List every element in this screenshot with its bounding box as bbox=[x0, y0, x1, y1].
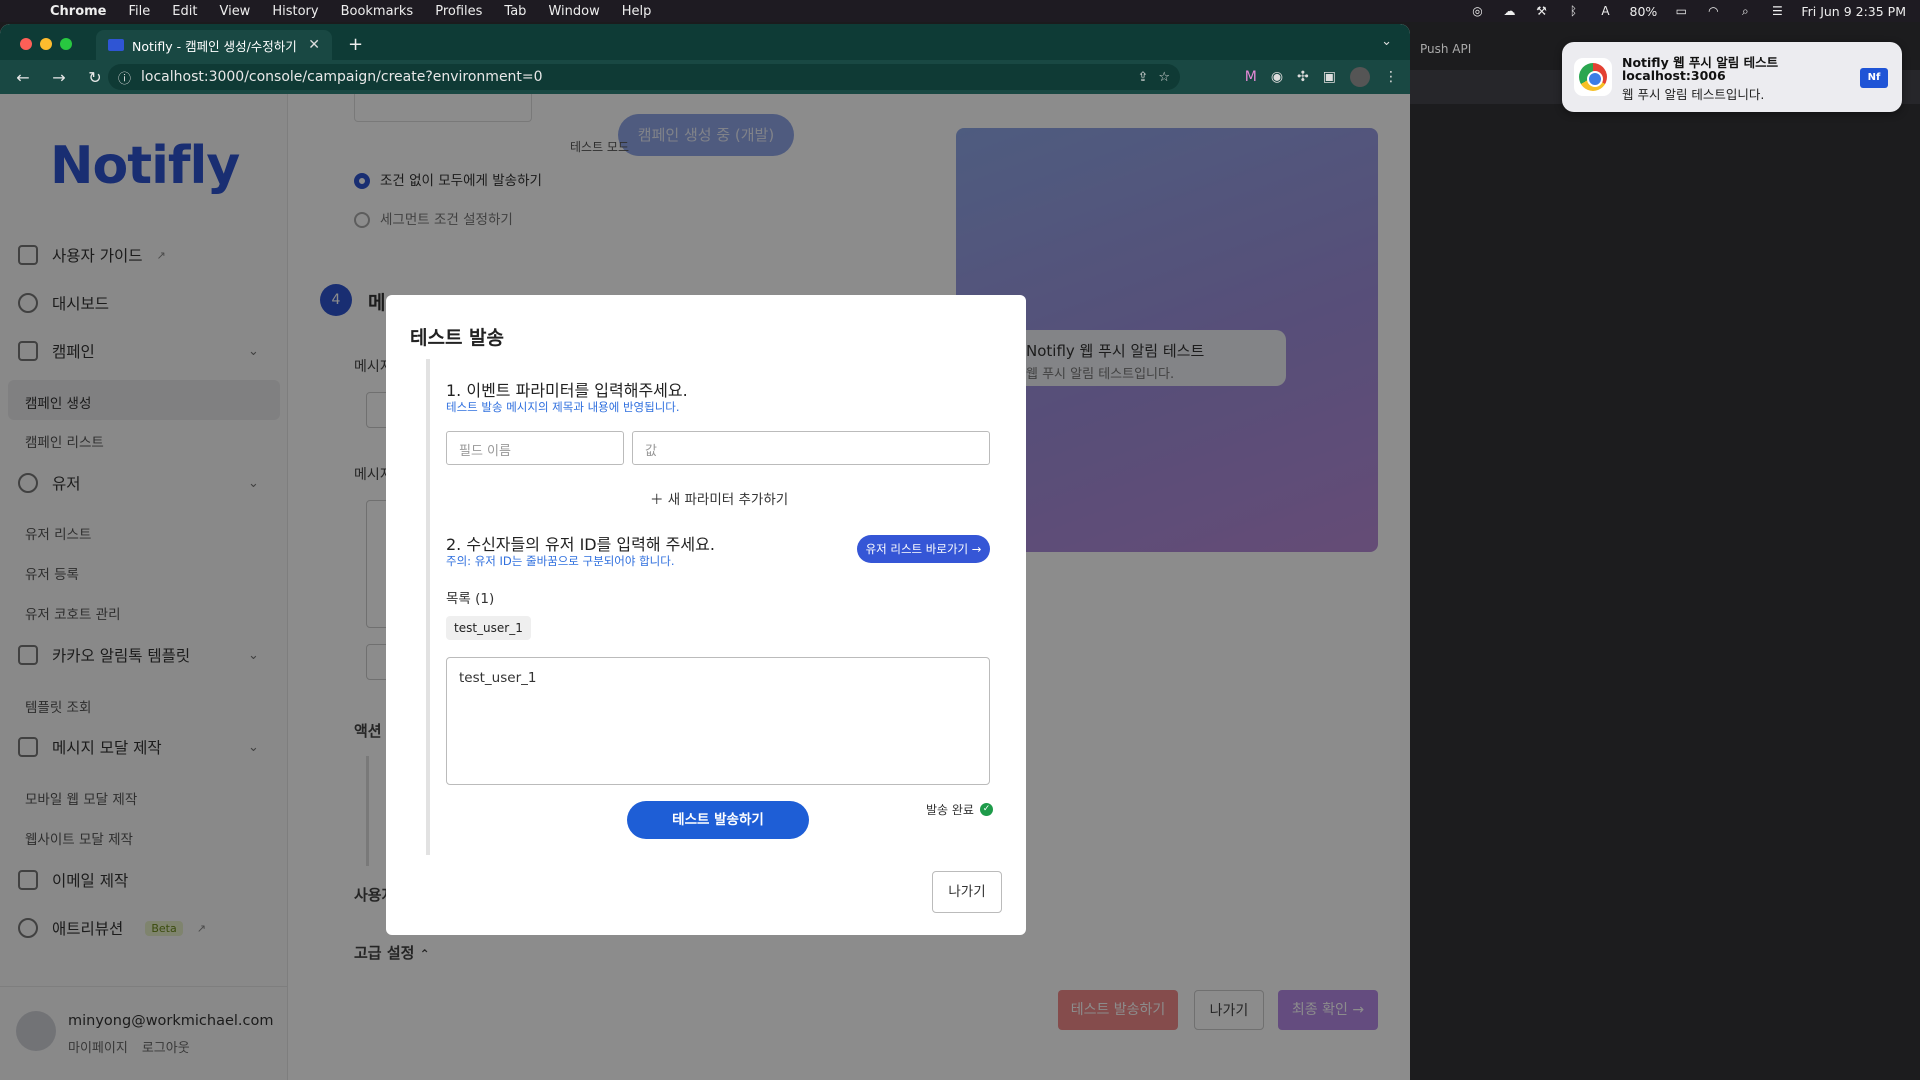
menu-help[interactable]: Help bbox=[622, 4, 652, 19]
system-notification[interactable]: Notifly 웹 푸시 알림 테스트 localhost:3006 웹 푸시 … bbox=[1562, 42, 1902, 112]
bluetooth-icon[interactable]: ᛒ bbox=[1566, 4, 1582, 18]
extension-m-icon[interactable]: M bbox=[1245, 69, 1257, 85]
site-info-icon[interactable]: ⓘ bbox=[118, 68, 131, 87]
tab-notifly[interactable]: Notifly - 캠페인 생성/수정하기 ✕ bbox=[96, 30, 332, 60]
address-bar[interactable]: ⓘ localhost:3000/console/campaign/create… bbox=[108, 64, 1180, 90]
chrome-menu-icon[interactable]: ⋮ bbox=[1384, 69, 1398, 85]
add-parameter-button[interactable]: ＋ 새 파라미터 추가하기 bbox=[650, 488, 788, 508]
toolbar: ← → ↻ ⓘ localhost:3000/console/campaign/… bbox=[0, 60, 1410, 94]
send-status-label: 발송 완료 bbox=[926, 803, 974, 817]
send-status: 발송 완료 ✓ bbox=[926, 801, 993, 818]
notifly-badge-icon: Nf bbox=[1860, 68, 1888, 88]
tab-strip: Notifly - 캠페인 생성/수정하기 ✕ + ⌄ bbox=[0, 24, 1410, 60]
menu-window[interactable]: Window bbox=[548, 4, 599, 19]
bookmark-star-icon[interactable]: ☆ bbox=[1158, 70, 1170, 85]
extensions-area: M ◉ ✣ ▣ ⋮ bbox=[1245, 67, 1398, 87]
profile-avatar[interactable] bbox=[1350, 67, 1370, 87]
onepassword-icon[interactable]: ◎ bbox=[1470, 4, 1486, 18]
test-send-modal: 테스트 발송 1. 이벤트 파라미터를 입력해주세요. 테스트 발송 메시지의 … bbox=[386, 295, 1026, 935]
step2-title: 2. 수신자들의 유저 ID를 입력해 주세요. bbox=[446, 535, 715, 554]
chrome-window: Notifly - 캠페인 생성/수정하기 ✕ + ⌄ ← → ↻ ⓘ loca… bbox=[0, 24, 1410, 1080]
close-window-button[interactable] bbox=[20, 38, 32, 50]
extensions-puzzle-icon[interactable]: ✣ bbox=[1297, 69, 1309, 85]
field-value-input[interactable]: 값 bbox=[632, 431, 990, 465]
back-icon[interactable]: ← bbox=[14, 68, 32, 87]
step1-subtitle: 테스트 발송 메시지의 제목과 내용에 반영됩니다. bbox=[446, 400, 680, 414]
step2-subtitle: 주의: 유저 ID는 줄바꿈으로 구분되어야 합니다. bbox=[446, 554, 675, 568]
menu-profiles[interactable]: Profiles bbox=[435, 4, 482, 19]
reload-icon[interactable]: ↻ bbox=[86, 68, 104, 87]
tab-search-chevron-icon[interactable]: ⌄ bbox=[1381, 34, 1392, 49]
modal-exit-button[interactable]: 나가기 bbox=[932, 871, 1002, 913]
input-source-icon[interactable]: A bbox=[1598, 4, 1614, 18]
macos-menubar: Chrome File Edit View History Bookmarks … bbox=[0, 0, 1920, 22]
battery-percent: 80% bbox=[1629, 3, 1658, 19]
modal-step-line bbox=[426, 359, 430, 855]
background-window bbox=[1410, 22, 1920, 1080]
field-name-input[interactable]: 필드 이름 bbox=[446, 431, 624, 465]
recipient-chip[interactable]: test_user_1 bbox=[446, 616, 531, 640]
menu-tab[interactable]: Tab bbox=[504, 4, 526, 19]
control-center-icon[interactable]: ☰ bbox=[1769, 4, 1785, 18]
recipient-list-label: 목록 (1) bbox=[446, 591, 495, 607]
battery-icon[interactable]: ▭ bbox=[1673, 4, 1689, 18]
modal-title: 테스트 발송 bbox=[410, 327, 505, 349]
menu-edit[interactable]: Edit bbox=[172, 4, 197, 19]
chrome-logo-icon bbox=[1574, 58, 1612, 96]
user-id-textarea[interactable]: test_user_1 bbox=[446, 657, 990, 785]
wifi-icon[interactable]: ◠ bbox=[1705, 4, 1721, 18]
share-icon[interactable]: ⇪ bbox=[1137, 70, 1148, 85]
menubar-clock[interactable]: Fri Jun 9 2:35 PM bbox=[1801, 4, 1906, 19]
menu-file[interactable]: File bbox=[129, 4, 151, 19]
step1-title: 1. 이벤트 파라미터를 입력해주세요. bbox=[446, 381, 688, 400]
window-controls bbox=[20, 38, 72, 50]
check-circle-icon: ✓ bbox=[979, 803, 993, 816]
send-test-button[interactable]: 테스트 발송하기 bbox=[627, 801, 809, 839]
background-tab[interactable]: Push API bbox=[1412, 34, 1562, 64]
menu-view[interactable]: View bbox=[219, 4, 250, 19]
menu-app-name[interactable]: Chrome bbox=[50, 4, 107, 19]
extension-onepassword-icon[interactable]: ◉ bbox=[1271, 69, 1283, 85]
page: Notifly 사용자 가이드 ↗ 대시보드 캠페인 ⌄ 캠페인 생성 캠페인 … bbox=[0, 94, 1410, 1080]
new-tab-icon[interactable]: + bbox=[348, 34, 363, 55]
plus-icon: ＋ bbox=[650, 492, 664, 508]
notification-source: localhost:3006 bbox=[1622, 68, 1726, 83]
side-panel-icon[interactable]: ▣ bbox=[1323, 69, 1336, 85]
add-parameter-label: 새 파라미터 추가하기 bbox=[667, 492, 789, 508]
menu-bookmarks[interactable]: Bookmarks bbox=[341, 4, 414, 19]
user-list-shortcut-button[interactable]: 유저 리스트 바로가기 → bbox=[857, 535, 990, 563]
hammer-icon[interactable]: ⚒ bbox=[1534, 4, 1550, 18]
menu-history[interactable]: History bbox=[272, 4, 318, 19]
zoom-window-button[interactable] bbox=[60, 38, 72, 50]
tab-title: Notifly - 캠페인 생성/수정하기 bbox=[132, 38, 297, 54]
forward-icon[interactable]: → bbox=[50, 68, 68, 87]
minimize-window-button[interactable] bbox=[40, 38, 52, 50]
url-text[interactable]: localhost:3000/console/campaign/create?e… bbox=[141, 69, 1127, 85]
close-tab-icon[interactable]: ✕ bbox=[308, 37, 320, 53]
cloud-icon[interactable]: ☁ bbox=[1502, 4, 1518, 18]
spotlight-search-icon[interactable]: ⌕ bbox=[1737, 4, 1753, 18]
notifly-favicon-icon bbox=[108, 39, 124, 51]
notification-body: 웹 푸시 알림 테스트입니다. bbox=[1622, 87, 1765, 102]
